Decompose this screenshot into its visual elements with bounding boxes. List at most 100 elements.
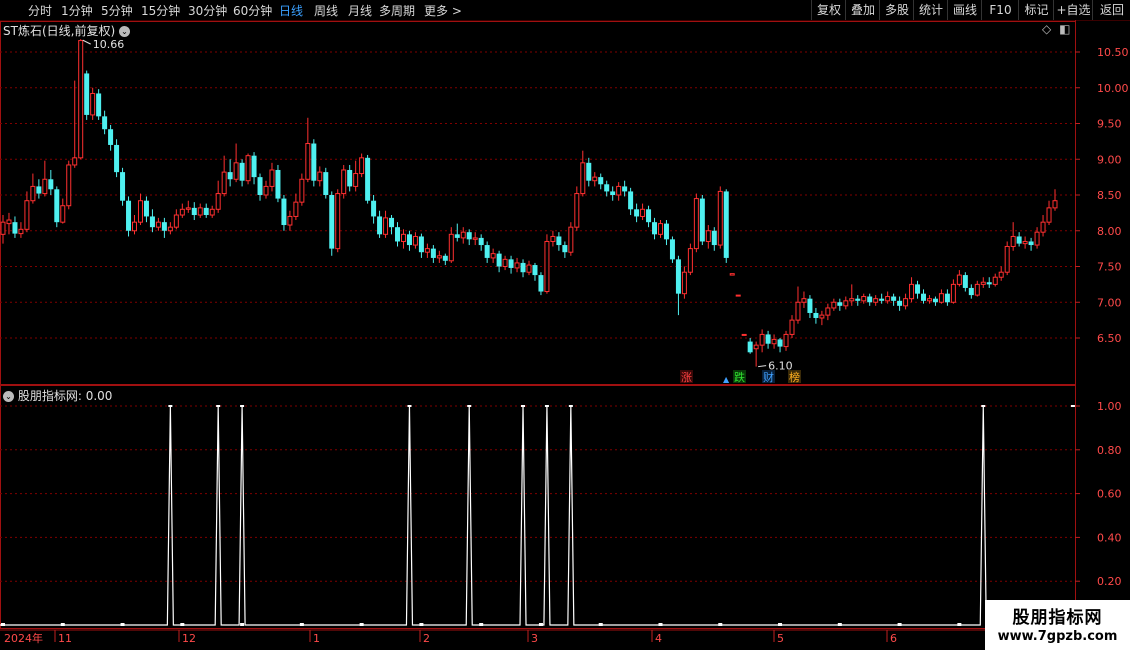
diamond-icon[interactable]: ◇	[1042, 22, 1051, 36]
price-tick-label: 10.00	[1097, 82, 1129, 95]
candle-body-up	[580, 162, 586, 195]
candle-body-up	[550, 235, 556, 242]
candle-body-up	[681, 271, 687, 295]
candle-body-up	[317, 171, 323, 182]
candle-body-up	[90, 92, 96, 116]
date-label-4: 2	[423, 632, 430, 645]
candle-body-up	[18, 228, 24, 235]
candle-body-down	[520, 262, 526, 273]
candle-body-up	[233, 162, 239, 180]
candle-body-up	[424, 248, 430, 253]
indicator-dot	[180, 623, 185, 626]
price-tick-label: 8.00	[1097, 225, 1122, 238]
candle-body-up	[544, 240, 550, 293]
window-toggle-icon[interactable]: ◧	[1059, 22, 1070, 36]
candle-body-up	[412, 235, 418, 246]
candle-body-up	[974, 283, 980, 296]
candle-body-up	[299, 178, 305, 203]
indicator-tick-label: 0.80	[1097, 444, 1122, 457]
candle-body-up	[42, 178, 48, 195]
candle-body-down	[962, 275, 968, 288]
candle-body-up	[1004, 245, 1010, 273]
candle-body-down	[652, 222, 658, 235]
candle-body-down	[634, 209, 640, 217]
candle-body-up	[359, 157, 365, 175]
candle-body-up	[197, 207, 203, 216]
date-label-5: 3	[531, 632, 538, 645]
candle-body-up	[400, 233, 406, 242]
indicator-spike-cap	[407, 405, 412, 407]
candle-body-up	[795, 301, 801, 321]
indicator-panel-frame	[0, 385, 1076, 629]
candle-body-up	[269, 169, 275, 187]
candle-body-up	[1010, 235, 1016, 247]
candle-body-down	[329, 195, 335, 249]
price-tick-label: 9.00	[1097, 153, 1122, 166]
candle-body-down	[442, 255, 448, 261]
indicator-dot	[240, 623, 245, 626]
candle-body-down	[48, 179, 54, 190]
candle-body-down	[418, 236, 424, 253]
candle-body-down	[807, 298, 813, 313]
candle-body-up	[693, 198, 699, 250]
candle-body-up	[729, 273, 735, 276]
indicator-value: : 0.00	[77, 389, 113, 403]
candle-body-down	[610, 191, 616, 195]
candle-body-up	[24, 200, 30, 230]
candle-body-down	[723, 191, 729, 258]
candle-body-down	[227, 172, 233, 180]
candle-body-down	[891, 296, 897, 301]
indicator-dot	[837, 623, 842, 626]
small-triangle-icon: ▲	[723, 375, 730, 384]
candle-body-up	[909, 283, 915, 300]
candle-body-down	[675, 259, 681, 294]
candle-body-down	[478, 237, 484, 246]
indicator-line	[0, 405, 1071, 626]
candle-body-down	[1028, 241, 1034, 246]
candle-body-up	[926, 298, 932, 302]
candle-body-up	[502, 258, 508, 268]
candle-body-down	[496, 253, 502, 267]
candle-body-down	[855, 298, 861, 301]
indicator-spike-cap	[544, 405, 549, 407]
candle-body-up	[209, 208, 215, 216]
event-marker-3: 榜	[789, 370, 800, 384]
candle-body-down	[669, 239, 675, 260]
candle-body-up	[137, 200, 143, 223]
candle-body-up	[717, 190, 723, 246]
indicator-tick-label: 0.60	[1097, 488, 1122, 501]
event-marker-2: 财	[763, 370, 774, 384]
stock-chart-area[interactable]: 10.50 10.00 9.50 9.00 8.50 8.00 7.50 7.00 6.50 1.…	[0, 0, 1130, 650]
candle-body-down	[161, 222, 167, 231]
candle-body-up	[185, 207, 191, 210]
candle-body-up	[873, 298, 879, 303]
watermark-url: www.7gpzb.com	[997, 629, 1118, 644]
candle-body-up	[783, 333, 789, 348]
candle-body-down	[747, 341, 753, 353]
candle-body-up	[771, 338, 777, 345]
date-label-7: 5	[777, 632, 784, 645]
candle-body-down	[365, 157, 371, 201]
candle-body-down	[777, 339, 783, 347]
candle-body-down	[347, 169, 353, 187]
candle-body-up	[843, 300, 849, 307]
candle-body-up	[735, 294, 741, 297]
indicator-options-icon[interactable]: ⌄	[3, 391, 14, 402]
candle-body-down	[532, 265, 538, 276]
indicator-spike-cap	[981, 405, 986, 407]
indicator-dot	[419, 623, 424, 626]
candle-body-up	[938, 293, 944, 303]
candle-body-down	[1016, 236, 1022, 244]
candle-body-up	[460, 231, 466, 239]
candle-body-down	[323, 172, 329, 195]
candle-body-down	[371, 200, 377, 217]
candle-body-up	[616, 185, 622, 196]
candle-body-up	[861, 296, 867, 302]
candle-body-down	[699, 198, 705, 242]
candle-body-down	[813, 312, 819, 318]
chart-options-icon[interactable]: ⌄	[118, 26, 130, 37]
candle-body-up	[1040, 221, 1046, 233]
candle-body-down	[96, 93, 102, 117]
candle-body-down	[867, 296, 873, 303]
candle-body-down	[915, 284, 921, 294]
